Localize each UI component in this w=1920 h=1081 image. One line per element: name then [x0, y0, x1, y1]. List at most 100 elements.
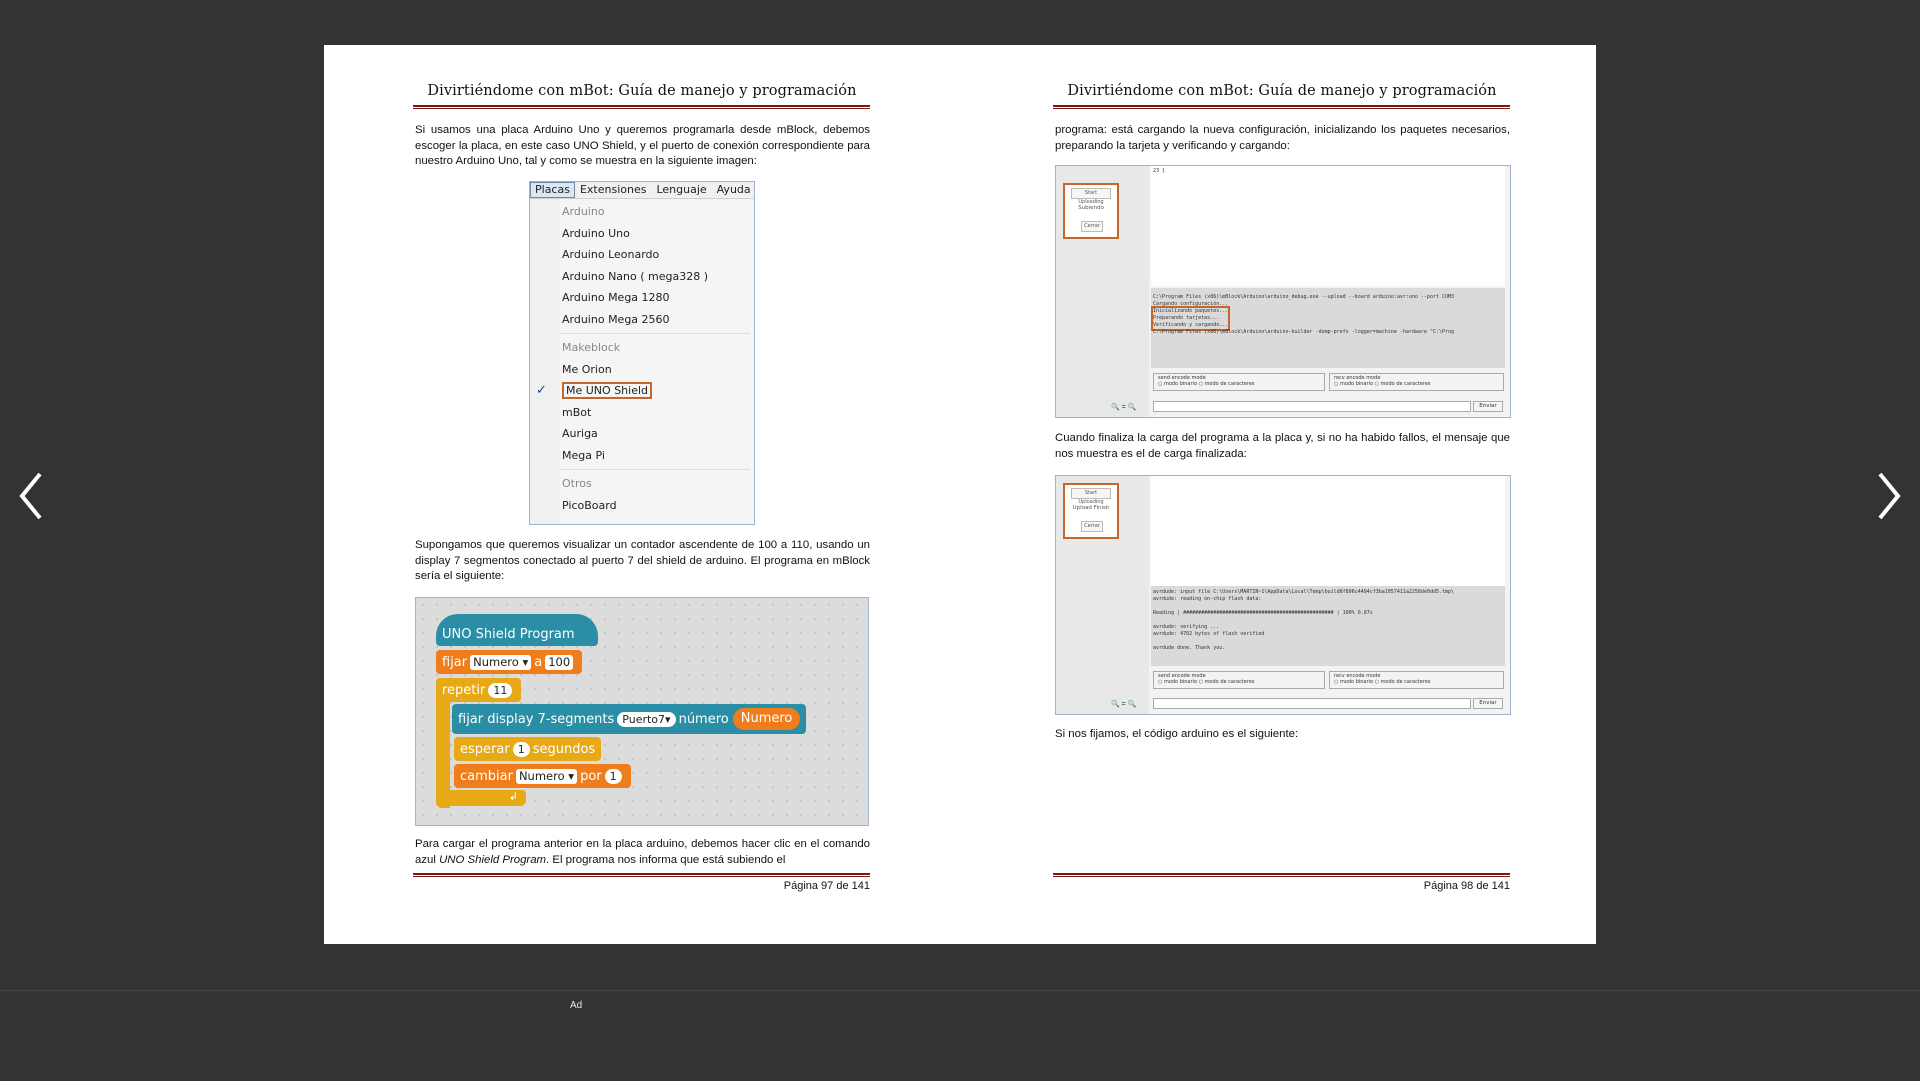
- radio-label: modo binario: [1163, 679, 1198, 685]
- paragraph-text: Cuando finaliza la carga del programa a …: [1055, 432, 1510, 460]
- paragraph-text: Si usamos una placa Arduino Uno y querem…: [415, 124, 870, 167]
- serial-output: 23 }: [1151, 166, 1505, 286]
- console-line: avrdude: reading on-chip flash data:: [1153, 596, 1262, 602]
- output-line: 23 }: [1153, 168, 1166, 174]
- console-line: avrdude: verifying ...: [1153, 624, 1220, 630]
- menu-group-title: Makeblock: [562, 341, 621, 354]
- send-encode-mode: send encode mode ○ modo binario ○ modo d…: [1153, 373, 1325, 391]
- header-rule: [1053, 105, 1510, 109]
- radio-label: modo binario: [1339, 381, 1374, 387]
- menu-item: Arduino Mega 1280: [562, 291, 670, 304]
- console-log: avrdude: input file C:\Users\MARTIN~1\Ap…: [1151, 586, 1505, 666]
- display-7segments-block: fijar display 7-segments Puerto7▾ número…: [452, 704, 807, 734]
- page-number: Página 98 de 141: [1423, 880, 1510, 892]
- paragraph-text: Supongamos que queremos visualizar un co…: [415, 539, 870, 582]
- paragraph-text: Si nos fijamos, el código arduino es el …: [1055, 728, 1299, 740]
- block-keyword: por: [580, 768, 602, 784]
- paragraph: Para cargar el programa anterior en la p…: [415, 837, 870, 868]
- send-input: [1153, 698, 1471, 709]
- repeat-c-bottom: ↲: [436, 790, 526, 806]
- paragraph: programa: está cargando la nueva configu…: [1055, 123, 1510, 154]
- radio-label: modo binario: [1339, 679, 1374, 685]
- block-keyword: esperar: [460, 741, 510, 757]
- send-encode-mode: send encode mode ○ modo binario ○ modo d…: [1153, 671, 1325, 689]
- wait-value: 1: [512, 741, 530, 757]
- mode-options: ○ modo binario ○ modo de caracteres: [1158, 381, 1255, 387]
- upload-status: Subiendo: [1078, 205, 1104, 211]
- wait-block: esperar 1 segundos: [454, 737, 602, 761]
- console-line: Inicializando paquetes...: [1153, 308, 1229, 314]
- console-line: avrdude: input file C:\Users\MARTIN~1\Ap…: [1153, 589, 1455, 595]
- menu-item: Mega Pi: [562, 448, 605, 462]
- menu-item-selected: ✓ Me UNO Shield: [536, 380, 754, 402]
- menu-placas: Placas: [530, 182, 575, 198]
- menu-item: Auriga: [562, 427, 598, 440]
- close-button: Cerrar: [1081, 521, 1103, 532]
- menu-group-title: Otros: [562, 477, 592, 490]
- dropdown-value: Puerto7: [622, 712, 666, 726]
- ad-area: [0, 990, 1920, 1081]
- upload-status: Upload Finish: [1072, 505, 1110, 511]
- menu-item: Me Orion: [562, 362, 612, 376]
- paragraph: Cuando finaliza la carga del programa a …: [1055, 431, 1510, 462]
- menu-item: Arduino Leonardo: [562, 248, 660, 261]
- header-rule: [413, 105, 870, 109]
- running-head: Divirtiéndome con mBot: Guía de manejo y…: [427, 83, 857, 99]
- document-spread: Divirtiéndome con mBot: Guía de manejo y…: [324, 45, 1596, 944]
- running-head: Divirtiéndome con mBot: Guía de manejo y…: [1067, 83, 1497, 99]
- mode-options: ○ modo binario ○ modo de caracteres: [1334, 679, 1431, 685]
- dropdown-value: Numero: [473, 654, 519, 669]
- radio-label: modo de caracteres: [1380, 679, 1431, 685]
- console-line: Reading | ##############################…: [1153, 610, 1373, 616]
- page-98: Divirtiéndome con mBot: Guía de manejo y…: [960, 45, 1596, 944]
- menu-item: Arduino Mega 2560: [562, 312, 670, 326]
- repeat-count: 11: [488, 682, 513, 698]
- footer-rule: [413, 873, 870, 877]
- block-keyword: fijar display 7-segments: [458, 711, 615, 727]
- page-97: Divirtiéndome con mBot: Guía de manejo y…: [324, 45, 960, 944]
- chevron-right-icon: [1878, 472, 1901, 520]
- radio-label: modo de caracteres: [1204, 381, 1255, 387]
- recv-encode-mode: recv encode mode ○ modo binario ○ modo d…: [1329, 671, 1504, 689]
- upload-panel: Start Uploading Upload Finish Cerrar 🔍 =…: [1056, 476, 1149, 714]
- page-number: Página 97 de 141: [783, 880, 870, 892]
- menu-bar: Placas Extensiones Lenguaje Ayuda: [530, 182, 754, 199]
- mode-options: ○ modo binario ○ modo de caracteres: [1158, 679, 1255, 685]
- paragraph-text: programa: está cargando la nueva configu…: [1055, 124, 1510, 152]
- loop-arrow-icon: ↲: [508, 791, 518, 803]
- change-value: 1: [604, 768, 622, 784]
- console-line: C:\Program Files (x86)\mBlock\Arduino\ar…: [1153, 294, 1455, 300]
- paragraph: Si usamos una placa Arduino Uno y querem…: [415, 123, 870, 170]
- console-line: Verificando y cargando...: [1153, 322, 1229, 328]
- zoom-icons: 🔍 = 🔍: [1111, 701, 1137, 708]
- paragraph-emphasis: UNO Shield Program: [439, 853, 547, 866]
- menu-ayuda: Ayuda: [716, 183, 751, 196]
- menu-item: PicoBoard: [562, 498, 617, 512]
- menu-group-title: Arduino: [562, 205, 605, 218]
- console-line: Cargando configuración...: [1153, 301, 1229, 307]
- send-row: Enviar: [1151, 401, 1505, 412]
- console-line: C:\Program Files (x86)\mBlock\Arduino\ar…: [1153, 329, 1455, 335]
- paragraph: Supongamos que queremos visualizar un co…: [415, 538, 870, 585]
- upload-panel: Start Uploading Subiendo Cerrar 🔍 = 🔍: [1056, 166, 1149, 417]
- console-line: avrdude: 4702 bytes of flash verified: [1153, 631, 1265, 637]
- block-keyword: fijar: [442, 654, 468, 670]
- next-page-button[interactable]: [1866, 466, 1910, 526]
- serial-output: [1151, 476, 1505, 586]
- dropdown-value: Numero: [518, 768, 565, 783]
- block-keyword: a: [534, 654, 543, 670]
- block-keyword: cambiar: [460, 768, 513, 784]
- highlighted-console-lines: Inicializando paquetes... Preparando tar…: [1151, 306, 1231, 331]
- menu-separator: [560, 333, 750, 334]
- close-button: Cerrar: [1081, 221, 1103, 232]
- chevron-left-icon: [19, 472, 42, 520]
- variable-dropdown: Numero ▾: [470, 654, 532, 670]
- menu-separator: [560, 469, 750, 470]
- encode-modes: send encode mode ○ modo binario ○ modo d…: [1151, 371, 1505, 393]
- prev-page-button[interactable]: [10, 466, 54, 526]
- radio-label: modo binario: [1163, 381, 1198, 387]
- send-button: Enviar: [1473, 698, 1503, 709]
